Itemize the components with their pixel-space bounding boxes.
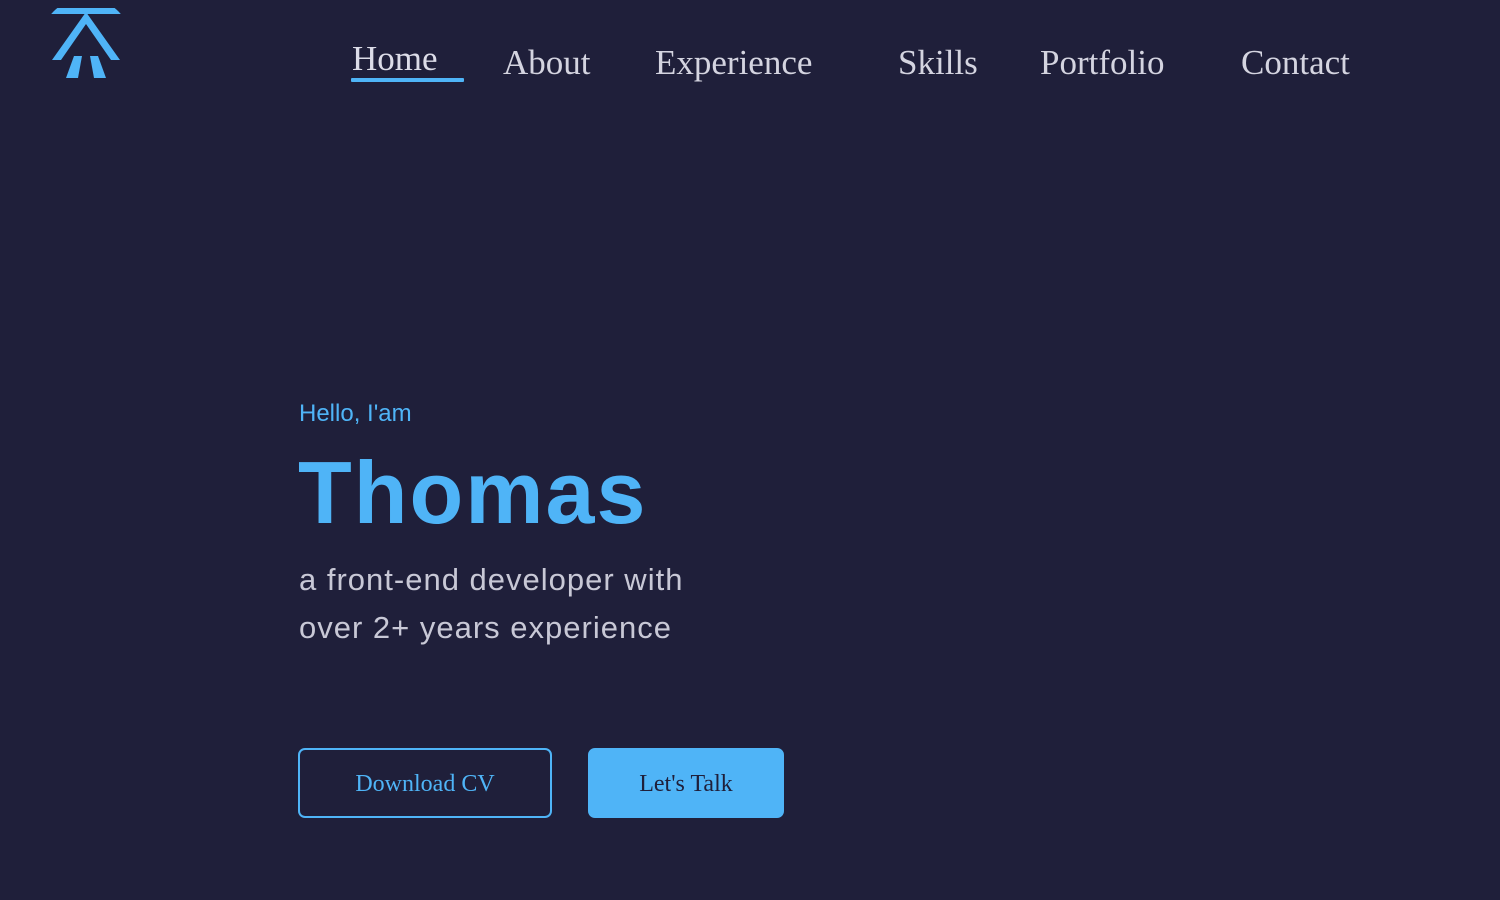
nav-experience[interactable]: Experience: [655, 38, 812, 88]
hero-name: Thomas: [298, 443, 648, 542]
nav-contact[interactable]: Contact: [1241, 38, 1350, 88]
nav-portfolio[interactable]: Portfolio: [1040, 38, 1164, 88]
active-nav-underline: [351, 78, 464, 82]
hero-greeting: Hello, I'am: [299, 400, 412, 427]
hero-tagline-line-2: over 2+ years experience: [299, 610, 672, 645]
download-cv-button[interactable]: Download CV: [298, 748, 552, 818]
main-nav: Home About Experience Skills Portfolio C…: [0, 38, 1500, 98]
lets-talk-button[interactable]: Let's Talk: [588, 748, 784, 818]
hero-tagline-line-1: a front-end developer with: [299, 562, 684, 597]
hero-tagline: a front-end developer with over 2+ years…: [299, 556, 819, 652]
nav-about[interactable]: About: [503, 38, 591, 88]
nav-skills[interactable]: Skills: [898, 38, 978, 88]
nav-home[interactable]: Home: [352, 34, 438, 84]
